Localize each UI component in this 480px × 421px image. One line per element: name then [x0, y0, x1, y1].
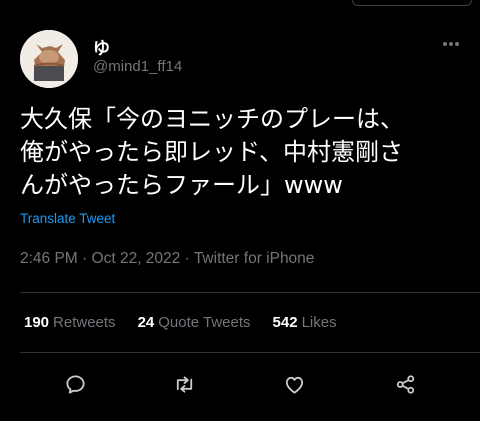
more-icon	[443, 42, 459, 46]
user-handle[interactable]: @mind1_ff14	[93, 58, 182, 75]
translate-tweet-link[interactable]: Translate Tweet	[20, 211, 115, 226]
avatar-image	[20, 30, 78, 88]
tweet-source[interactable]: Twitter for iPhone	[194, 250, 315, 267]
likes-count: 542	[272, 314, 298, 331]
likes-stat[interactable]: 542 Likes	[273, 314, 337, 331]
reply-icon	[65, 374, 85, 394]
retweets-label: Retweets	[53, 314, 116, 331]
divider	[20, 352, 480, 353]
tweet-text: 大久保「今のヨニッチのプレーは、 俺がやったら即レッド、中村憲剛さ んがやったら…	[20, 105, 404, 199]
display-name[interactable]: ゆ	[93, 34, 110, 59]
like-icon	[285, 376, 303, 394]
retweet-button[interactable]	[170, 370, 198, 398]
likes-label: Likes	[301, 314, 337, 331]
avatar[interactable]	[20, 30, 78, 88]
retweet-icon	[176, 375, 192, 393]
tweet-metadata: 2:46 PM · Oct 22, 2022 · Twitter for iPh…	[20, 250, 314, 268]
quotes-label: Quote Tweets	[158, 314, 251, 331]
meta-separator: ·	[82, 250, 88, 267]
tweet-actions	[0, 366, 480, 400]
share-button[interactable]	[391, 370, 419, 398]
quotes-count: 24	[137, 314, 155, 331]
share-icon	[396, 374, 414, 394]
top-pill-button[interactable]	[352, 0, 472, 6]
divider	[20, 292, 480, 293]
more-options-button[interactable]	[436, 34, 466, 54]
quote-tweets-stat[interactable]: 24 Quote Tweets	[138, 314, 251, 331]
tweet-stats: 190 Retweets 24 Quote Tweets 542 Likes	[24, 314, 337, 331]
meta-separator: ·	[184, 250, 190, 267]
retweets-count: 190	[24, 314, 50, 331]
reply-button[interactable]	[61, 370, 89, 398]
tweet-date[interactable]: Oct 22, 2022	[92, 250, 181, 267]
like-button[interactable]	[280, 370, 308, 398]
retweets-stat[interactable]: 190 Retweets	[24, 314, 116, 331]
tweet-time[interactable]: 2:46 PM	[20, 250, 78, 267]
